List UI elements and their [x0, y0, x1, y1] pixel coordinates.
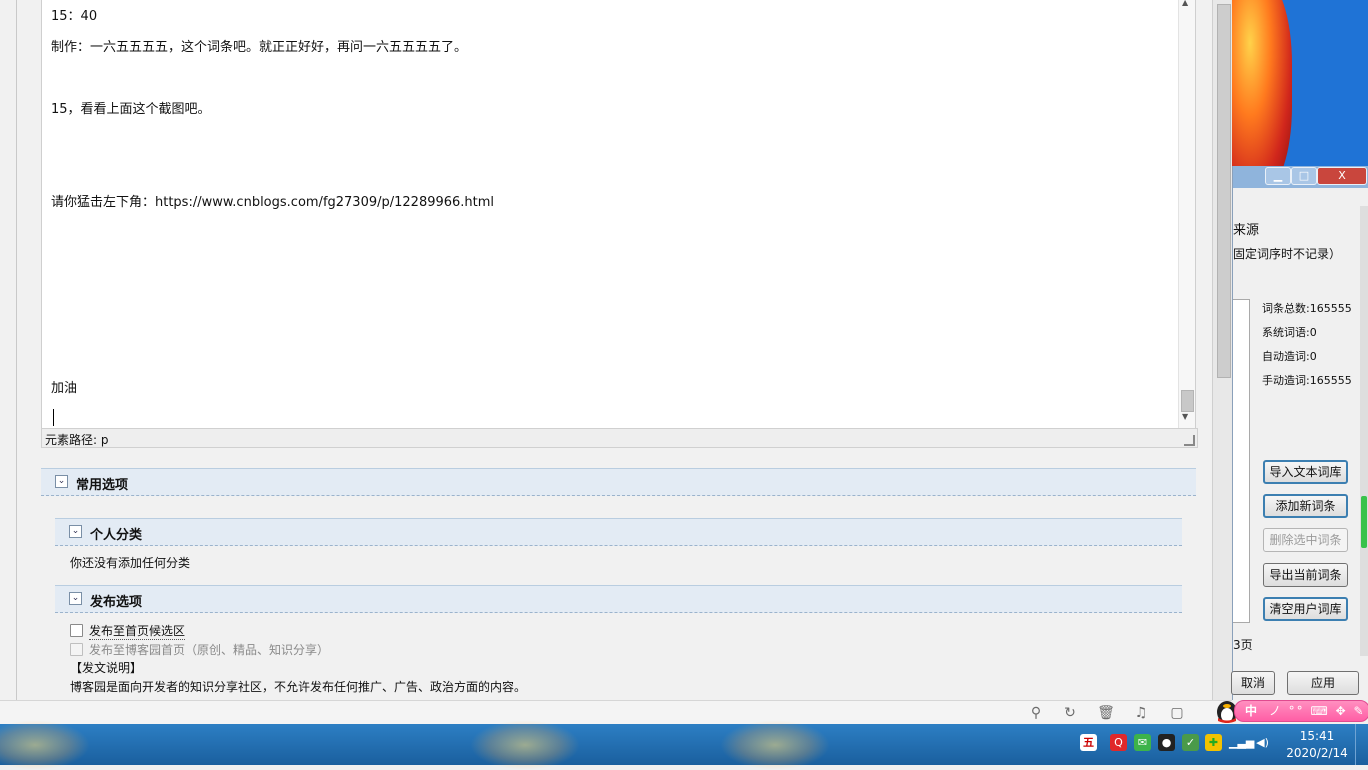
section-publish-options[interactable]: ⌄ 发布选项: [55, 585, 1182, 613]
word-list-partial[interactable]: [1233, 299, 1250, 623]
ime-status-bar[interactable]: 中 ノ °° ⌨ ✥ ✎: [1234, 700, 1368, 722]
ime-tool-icons[interactable]: ノ °° ⌨ ✥ ✎: [1269, 704, 1366, 718]
export-entries-button[interactable]: 导出当前词条: [1263, 563, 1348, 587]
editor-scrollbar-thumb[interactable]: [1181, 390, 1194, 412]
wallpaper-glow: [720, 720, 830, 770]
editor-line-link: 请你猛击左下角：https://www.cnblogs.com/fg27309/…: [51, 195, 495, 210]
browser-status-bar: ⚲ ↻ 🗑 ♫ ▢: [0, 700, 1232, 725]
text-caret: [53, 409, 54, 426]
cnblogs-home-checkbox: [70, 643, 83, 656]
notice-title: 【发文说明】: [70, 661, 143, 675]
add-entry-button[interactable]: 添加新词条: [1263, 494, 1348, 518]
editor-line-screenshot: 15，看看上面这个截图吧。: [51, 102, 211, 117]
notice-text: 博客园是面向开发者的知识分享社区，不允许发布任何推广、广告、政治方面的内容。: [70, 680, 527, 694]
speaker-icon[interactable]: ♫: [1132, 704, 1150, 722]
clock-date: 2020/2/14: [1286, 746, 1348, 760]
editor-line-time: 15：40: [51, 9, 98, 24]
apply-button[interactable]: 应用: [1287, 671, 1359, 695]
stat-system: 系统词语:0: [1262, 326, 1317, 339]
ime-toolbar[interactable]: 中 ノ °° ⌨ ✥ ✎: [1214, 696, 1368, 724]
page-left-border: [16, 0, 17, 700]
qq-icon[interactable]: ●: [1158, 734, 1175, 751]
editor-scrollbar[interactable]: ▲ ▼: [1178, 0, 1195, 428]
volume-icon[interactable]: ◀): [1254, 734, 1271, 751]
source-label-partial: 来源: [1233, 223, 1260, 238]
pin-icon[interactable]: ⚲: [1027, 704, 1045, 722]
system-clock[interactable]: 15:41 2020/2/14: [1282, 728, 1352, 762]
section-common-options[interactable]: ⌄ 常用选项: [41, 468, 1196, 496]
ime-mode-label[interactable]: 中: [1245, 704, 1257, 718]
maximize-icon[interactable]: □: [1291, 167, 1317, 185]
element-path-bar: 元素路径: p: [41, 428, 1198, 448]
window-icon[interactable]: ▢: [1168, 704, 1186, 722]
section-title: 常用选项: [76, 478, 129, 493]
editor-line-production: 制作：一六五五五五，这个词条吧。就正正好好，再问一六五五五五了。: [51, 40, 468, 55]
dialog-titlebar: ▁ □ X: [1233, 166, 1368, 188]
page-count-partial: 3页: [1233, 638, 1253, 652]
cancel-button[interactable]: 取消: [1231, 671, 1275, 695]
page-scrollbar[interactable]: [1212, 0, 1233, 700]
close-icon[interactable]: X: [1317, 167, 1367, 185]
progress-indicator: [1361, 496, 1367, 548]
section-personal-category[interactable]: ⌄ 个人分类: [55, 518, 1182, 546]
signal-icon[interactable]: ▁▃▅: [1229, 734, 1254, 751]
show-desktop-button[interactable]: [1355, 724, 1368, 765]
desktop-wallpaper: [1232, 0, 1368, 166]
plus-icon[interactable]: ✚: [1205, 734, 1222, 751]
wallpaper-glow: [0, 720, 90, 770]
dialog-scroll-track[interactable]: [1360, 206, 1368, 656]
collapse-toggle-icon[interactable]: ⌄: [69, 525, 82, 538]
no-category-text: 你还没有添加任何分类: [70, 556, 191, 570]
page-scrollbar-thumb[interactable]: [1217, 4, 1231, 378]
element-path-label: 元素路径: p: [45, 433, 109, 447]
wallpaper-glow: [470, 720, 580, 770]
fixed-order-note-partial: 固定词序时不记录）: [1233, 247, 1342, 261]
security-shield-icon[interactable]: ✓: [1182, 734, 1199, 751]
collapse-toggle-icon[interactable]: ⌄: [55, 475, 68, 488]
wubi-input-icon[interactable]: 五: [1080, 734, 1097, 751]
rich-text-editor[interactable]: 15：40 制作：一六五五五五，这个词条吧。就正正好好，再问一六五五五五了。 1…: [41, 0, 1196, 428]
resize-grip-icon[interactable]: [1184, 435, 1195, 446]
section-title: 发布选项: [90, 595, 143, 610]
clear-user-dictionary-button[interactable]: 清空用户词库: [1263, 597, 1348, 621]
delete-entry-button: 删除选中词条: [1263, 528, 1348, 552]
section-title: 个人分类: [90, 528, 143, 543]
clock-time: 15:41: [1299, 729, 1335, 743]
scroll-down-arrow-icon[interactable]: ▼: [1182, 412, 1188, 421]
refresh-icon[interactable]: ↻: [1061, 704, 1079, 722]
dictionary-dialog: ▁ □ X 来源 固定词序时不记录） 词条总数:165555 系统词语:0 自动…: [1231, 166, 1368, 700]
stat-manual: 手动造词:165555: [1262, 374, 1352, 387]
qq-browser-icon[interactable]: Q: [1110, 734, 1127, 751]
scroll-up-arrow-icon[interactable]: ▲: [1182, 0, 1188, 7]
editor-line-cheer: 加油: [51, 381, 78, 396]
windows-taskbar: 五 Q ✉ ● ✓ ✚ ▁▃▅ ◀) 15:41 2020/2/14: [0, 720, 1368, 770]
collapse-toggle-icon[interactable]: ⌄: [69, 592, 82, 605]
stat-auto: 自动造词:0: [1262, 350, 1317, 363]
cnblogs-home-label: 发布至博客园首页（原创、精品、知识分享）: [89, 643, 330, 657]
stat-total: 词条总数:165555: [1262, 302, 1352, 315]
home-candidate-checkbox[interactable]: [70, 624, 83, 637]
home-candidate-label[interactable]: 发布至首页候选区: [89, 622, 186, 640]
wallpaper-image: [1232, 0, 1292, 166]
import-dictionary-button[interactable]: 导入文本词库: [1263, 460, 1348, 484]
wechat-icon[interactable]: ✉: [1134, 734, 1151, 751]
minimize-icon[interactable]: ▁: [1265, 167, 1291, 185]
trash-icon[interactable]: 🗑: [1097, 704, 1115, 722]
